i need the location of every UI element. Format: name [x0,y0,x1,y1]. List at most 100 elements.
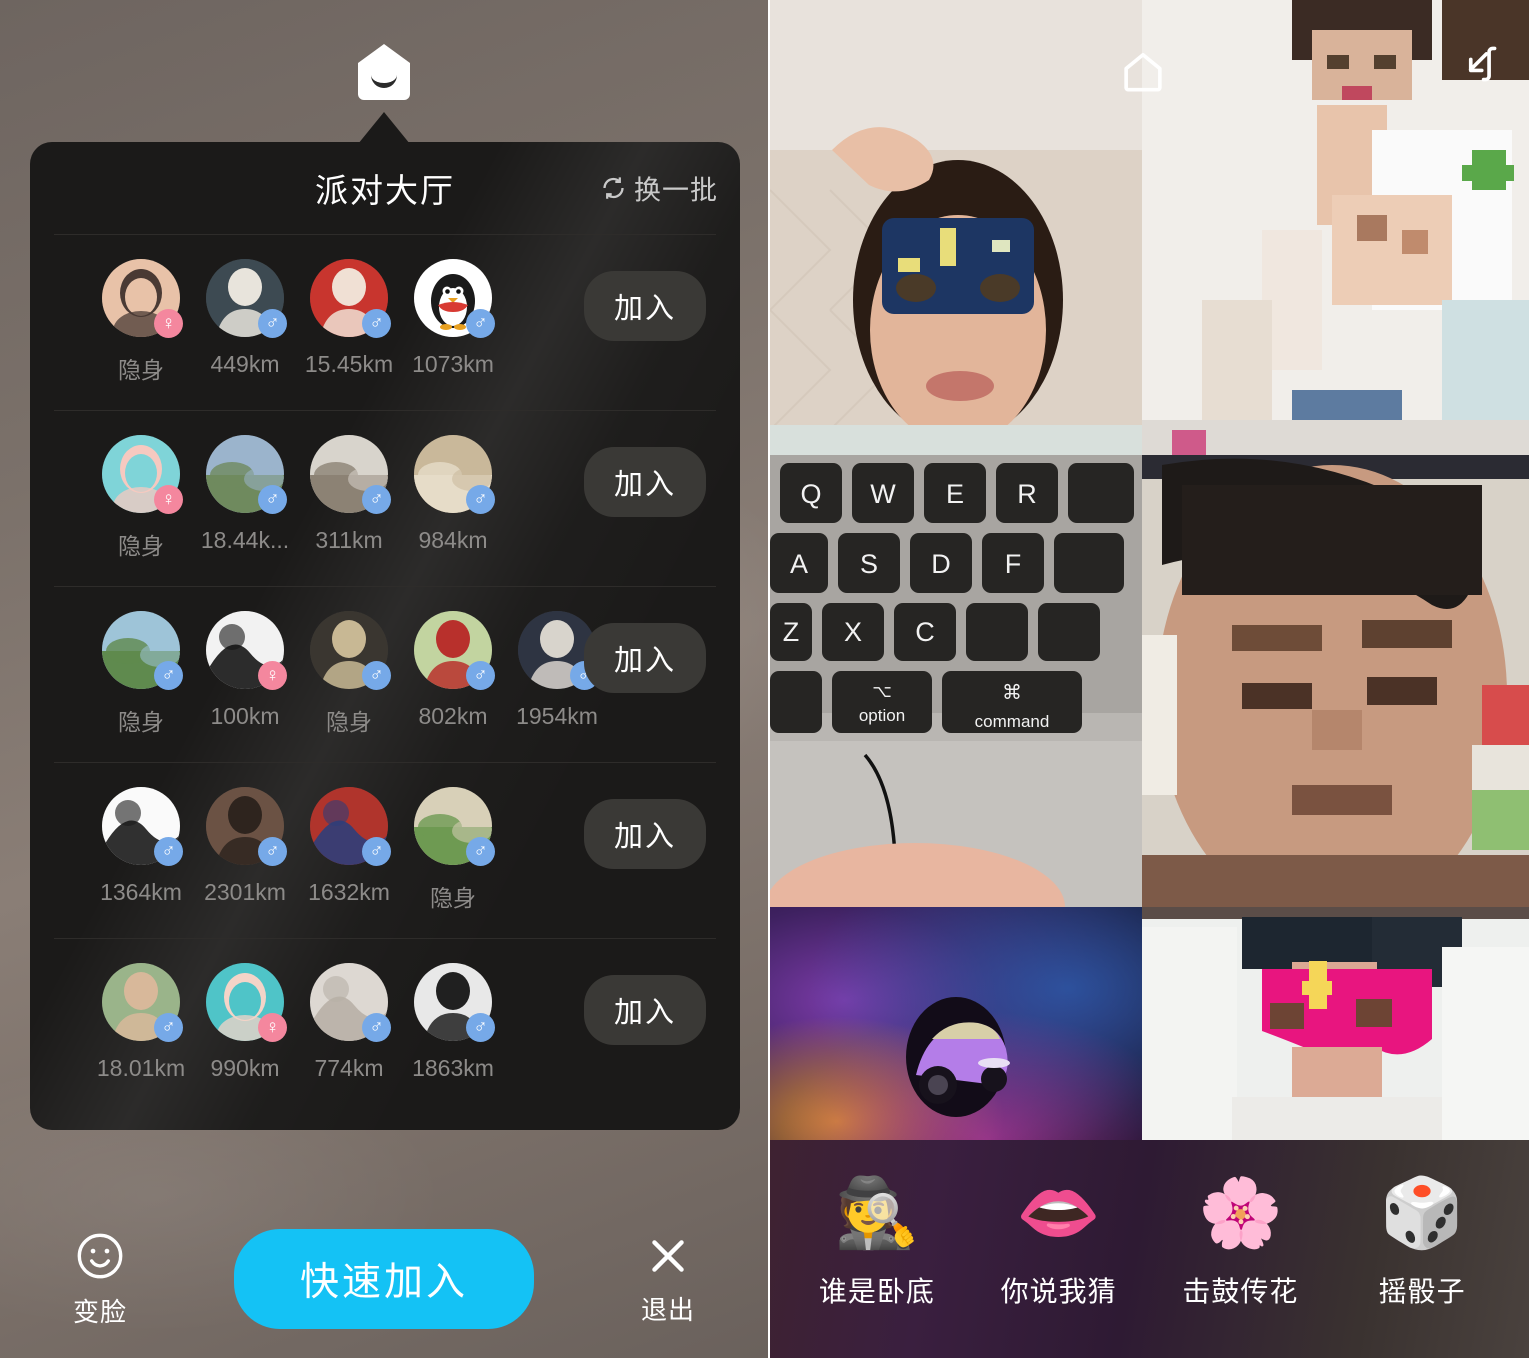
member-distance: 18.01km [96,1055,186,1081]
video-tile-top-left[interactable] [770,0,1142,455]
avatar[interactable]: ♂ [310,259,391,338]
gender-badge-female: ♀ [258,1013,287,1042]
gender-badge-male: ♂ [466,309,495,338]
game-item[interactable]: 👄 你说我猜 [974,1174,1144,1310]
left-bottom-toolbar: 变脸 快速加入 退出 [0,1200,768,1358]
macbook-keyboard-image: Q W E R A S D F Z X C option command ⌥ ⌘ [770,455,1142,907]
pink-mask-face-image [1142,907,1529,1140]
member[interactable]: ♂ 311km [306,435,392,561]
gender-badge-female: ♀ [154,309,183,338]
avatar[interactable]: ♂ [310,611,391,690]
right-phone-screen: QWER ASDF ZXC option command ⌥ ⌘ 🕵 谁是卧底 … [770,0,1529,1358]
party-room-row[interactable]: ♀ 隐身 ♂ 449km ♂ 15.45km ♂ 1073km 加入 [54,234,716,410]
member[interactable]: ♂ 15.45km [305,259,393,385]
game-item[interactable]: 🕵 谁是卧底 [792,1174,962,1310]
avatar[interactable]: ♀ [206,963,287,1042]
member[interactable]: ♀ 100km [202,611,288,737]
svg-text:⌘: ⌘ [1002,682,1022,704]
avatar[interactable]: ♂ [414,259,495,338]
collapse-arrow-icon[interactable] [1457,42,1501,86]
avatar[interactable]: ♂ [310,963,391,1042]
member-avatars: ♂ 隐身 ♀ 100km ♂ 隐身 ♂ 802km ♂ 1954km [54,611,600,737]
member[interactable]: ♂ 1632km [306,787,392,913]
gender-badge-male: ♂ [362,837,391,866]
svg-text:A: A [790,549,808,579]
video-tile-bottom-right[interactable] [1142,907,1529,1140]
member[interactable]: ♂ 2301km [202,787,288,913]
card-header: 派对大厅 换一批 [30,142,740,234]
avatar[interactable]: ♀ [102,259,183,338]
member[interactable]: ♂ 1364km [98,787,184,913]
member[interactable]: ♂ 774km [306,963,392,1082]
game-label: 谁是卧底 [818,1276,935,1307]
join-button[interactable]: 加入 [583,447,706,517]
member-avatars: ♀ 隐身 ♂ 18.44k... ♂ 311km ♂ 984km [54,435,496,561]
member[interactable]: ♂ 449km [202,259,288,385]
party-room-row[interactable]: ♂ 隐身 ♀ 100km ♂ 隐身 ♂ 802km ♂ 1954km 加入 [54,586,716,762]
avatar[interactable]: ♂ [414,787,495,866]
house-smile-icon[interactable] [358,44,410,100]
gender-badge-male: ♂ [258,837,287,866]
party-room-list: ♀ 隐身 ♂ 449km ♂ 15.45km ♂ 1073km 加入 ♀ 隐身 … [30,234,740,1114]
svg-text:D: D [931,549,951,579]
member[interactable]: ♂ 18.01km [96,963,186,1082]
quick-join-button[interactable]: 快速加入 [233,1229,534,1329]
member[interactable]: ♂ 1863km [410,963,496,1082]
member-distance: 774km [314,1055,384,1081]
video-tile-middle-right[interactable] [1142,455,1529,907]
member-avatars: ♂ 1364km ♂ 2301km ♂ 1632km ♂ 隐身 [54,787,496,913]
member-distance: 1954km [516,703,598,729]
member[interactable]: ♂ 984km [410,435,496,561]
avatar[interactable]: ♂ [414,435,495,514]
game-item[interactable]: 🎲 摇骰子 [1337,1174,1507,1310]
member[interactable]: ♂ 隐身 [306,611,392,737]
video-tile-middle-left[interactable]: Q W E R A S D F Z X C option command ⌥ ⌘ [770,455,1142,907]
avatar[interactable]: ♂ [206,435,287,514]
avatar[interactable]: ♂ [414,611,495,690]
avatar[interactable]: ♂ [206,259,287,338]
member[interactable]: ♀ 990km [202,963,288,1082]
svg-text:W: W [870,479,896,509]
svg-text:command: command [975,712,1050,731]
game-label: 你说我猜 [1000,1276,1117,1307]
member[interactable]: ♂ 802km [410,611,496,737]
member[interactable]: ♂ 隐身 [410,787,496,913]
member-distance: 1863km [412,1055,494,1081]
join-button[interactable]: 加入 [583,271,706,341]
member[interactable]: ♂ 1073km [410,259,496,385]
party-room-row[interactable]: ♂ 1364km ♂ 2301km ♂ 1632km ♂ 隐身 加入 [54,762,716,938]
member-distance: 449km [210,351,280,377]
avatar[interactable]: ♂ [310,787,391,866]
avatar[interactable]: ♂ [310,435,391,514]
card-pointer [358,112,410,144]
avatar[interactable]: ♀ [102,435,183,514]
avatar[interactable]: ♀ [206,611,287,690]
member-avatars: ♀ 隐身 ♂ 449km ♂ 15.45km ♂ 1073km [54,259,496,385]
avatar[interactable]: ♂ [102,963,183,1042]
svg-text:F: F [1005,549,1022,579]
game-item[interactable]: 🌸 击鼓传花 [1155,1174,1325,1310]
join-button[interactable]: 加入 [583,975,706,1045]
gender-badge-male: ♂ [362,1013,391,1042]
member-distance: 隐身 [118,709,164,735]
home-outline-icon[interactable] [1120,48,1166,96]
flower-icon: 🌸 [1198,1175,1283,1251]
join-button[interactable]: 加入 [583,799,706,869]
game-label: 击鼓传花 [1182,1276,1299,1307]
video-tile-bottom-left[interactable] [770,907,1142,1140]
avatar[interactable]: ♂ [414,963,495,1042]
face-change-button[interactable]: 变脸 [0,1229,200,1329]
member[interactable]: ♀ 隐身 [98,259,184,385]
member[interactable]: ♂ 隐身 [98,611,184,737]
join-button[interactable]: 加入 [583,623,706,693]
member[interactable]: ♀ 隐身 [98,435,184,561]
exit-button[interactable]: 退出 [568,1231,768,1327]
avatar[interactable]: ♂ [102,611,183,690]
member[interactable]: ♂ 18.44k... [201,435,289,561]
party-room-row[interactable]: ♀ 隐身 ♂ 18.44k... ♂ 311km ♂ 984km 加入 [54,410,716,586]
svg-text:Q: Q [800,479,821,509]
refresh-batch-button[interactable]: 换一批 [600,169,718,208]
avatar[interactable]: ♂ [206,787,287,866]
avatar[interactable]: ♂ [102,787,183,866]
party-room-row[interactable]: ♂ 18.01km ♀ 990km ♂ 774km ♂ 1863km 加入 [54,938,716,1114]
